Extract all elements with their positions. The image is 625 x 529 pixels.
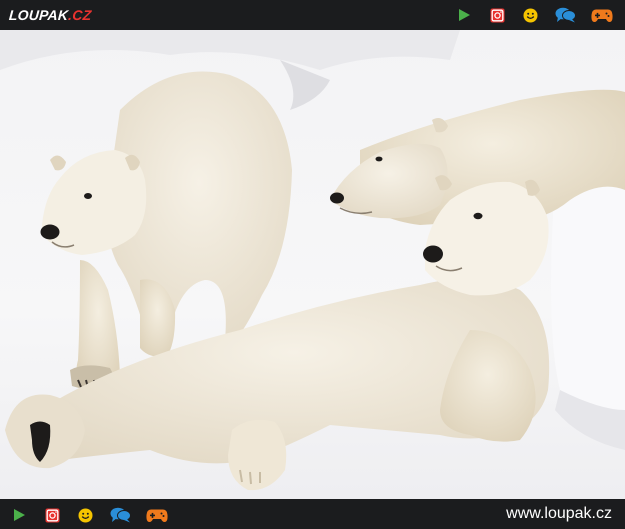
top-bar: LOUPAK.CZ — [0, 0, 625, 30]
top-icon-row — [455, 6, 613, 24]
play-icon[interactable] — [10, 506, 28, 524]
instagram-icon[interactable] — [488, 6, 506, 24]
chat-bubbles-icon[interactable] — [109, 506, 131, 524]
site-logo[interactable]: LOUPAK.CZ — [8, 5, 92, 25]
bottom-icon-row — [10, 506, 168, 524]
instagram-icon[interactable] — [43, 506, 61, 524]
gamepad-icon[interactable] — [591, 6, 613, 24]
smiley-icon[interactable] — [521, 6, 539, 24]
chat-bubbles-icon[interactable] — [554, 6, 576, 24]
play-icon[interactable] — [455, 6, 473, 24]
logo-text: LOUPAK.CZ — [8, 7, 92, 23]
smiley-icon[interactable] — [76, 506, 94, 524]
site-url-link[interactable]: www.loupak.cz — [506, 505, 612, 523]
gamepad-icon[interactable] — [146, 506, 168, 524]
polar-bears-photo — [0, 30, 625, 499]
